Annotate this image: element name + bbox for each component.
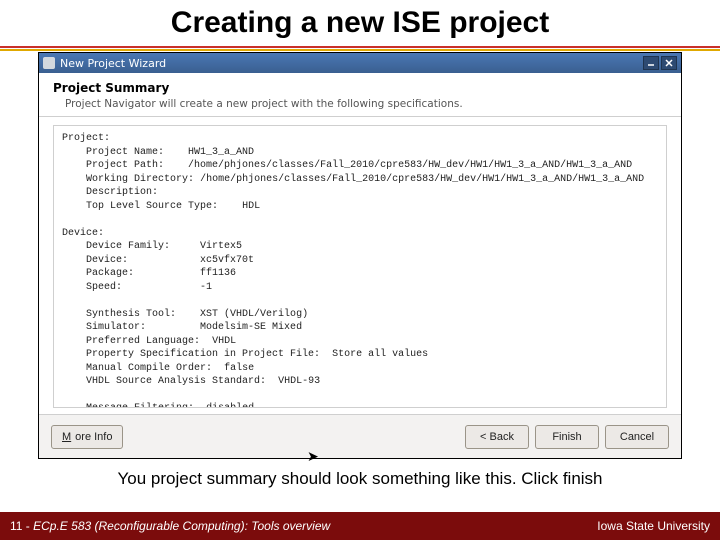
wizard-header-title: Project Summary — [53, 81, 667, 95]
window-title: New Project Wizard — [60, 57, 166, 70]
wizard-header: Project Summary Project Navigator will c… — [39, 73, 681, 117]
wizard-footer: More Info < Back Finish Cancel — [39, 414, 681, 458]
more-info-button[interactable]: More Info — [51, 425, 123, 449]
cancel-button[interactable]: Cancel — [605, 425, 669, 449]
app-icon — [43, 57, 55, 69]
wizard-header-subtitle: Project Navigator will create a new proj… — [65, 98, 667, 110]
back-button[interactable]: < Back — [465, 425, 529, 449]
wizard-window: New Project Wizard Project Summary Proje… — [39, 53, 681, 458]
window-titlebar: New Project Wizard — [39, 53, 681, 73]
finish-button[interactable]: Finish — [535, 425, 599, 449]
project-summary-text: Project: Project Name: HW1_3_a_AND Proje… — [53, 125, 667, 408]
title-rule — [0, 46, 720, 51]
slide-footer: 11 - ECp.E 583 (Reconfigurable Computing… — [0, 512, 720, 540]
screenshot-frame: New Project Wizard Project Summary Proje… — [38, 52, 682, 459]
wizard-body: Project: Project Name: HW1_3_a_AND Proje… — [39, 117, 681, 414]
slide-caption: You project summary should look somethin… — [0, 469, 720, 489]
minimize-button[interactable] — [643, 56, 659, 70]
footer-right: Iowa State University — [597, 519, 710, 533]
close-button[interactable] — [661, 56, 677, 70]
footer-left: 11 - ECp.E 583 (Reconfigurable Computing… — [10, 519, 330, 533]
slide-title: Creating a new ISE project — [0, 0, 720, 40]
